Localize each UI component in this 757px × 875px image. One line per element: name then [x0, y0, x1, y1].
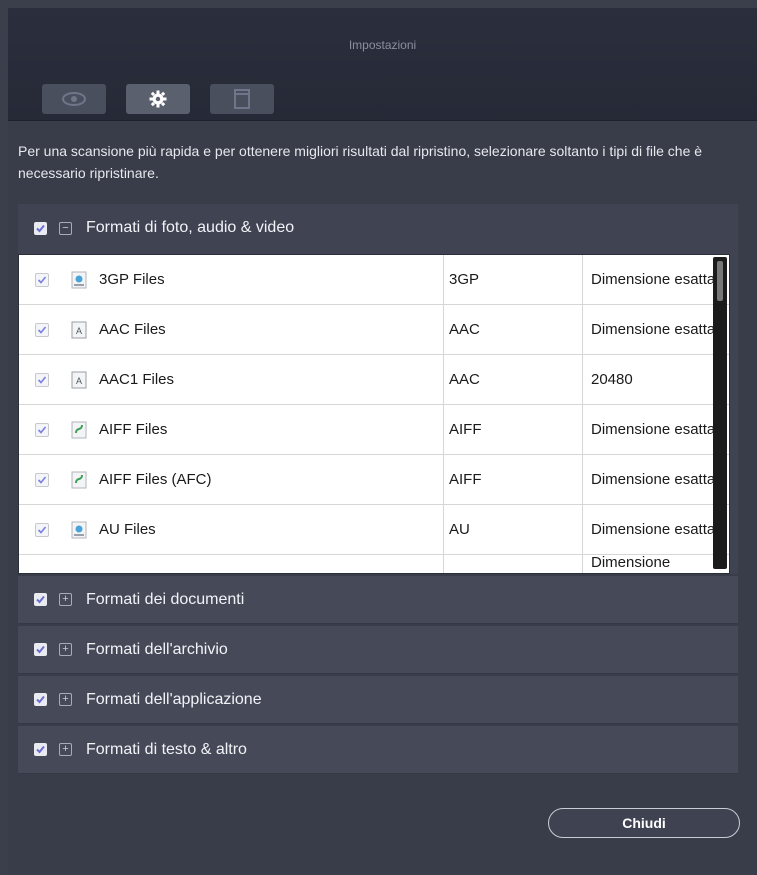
- svg-text:A: A: [76, 376, 82, 386]
- file-name: AIFF Files: [99, 421, 168, 438]
- audio-file-icon: A: [71, 371, 87, 388]
- document-icon: [234, 89, 250, 109]
- file-type: AIFF: [443, 455, 583, 504]
- aiff-file-icon: [71, 421, 87, 438]
- expand-icon[interactable]: +: [59, 593, 72, 606]
- scrollbar-thumb[interactable]: [717, 261, 723, 301]
- titlebar: Impostazioni: [8, 8, 757, 121]
- gear-icon: [149, 90, 167, 108]
- expand-icon[interactable]: +: [59, 693, 72, 706]
- eye-icon: [62, 92, 86, 106]
- group-checkbox[interactable]: [34, 693, 47, 706]
- checkmark-icon: [36, 645, 45, 654]
- checkmark-icon: [36, 695, 45, 704]
- table-scrollbar[interactable]: [713, 257, 727, 569]
- checkmark-icon: [37, 425, 47, 434]
- checkmark-icon: [37, 475, 47, 484]
- file-size: Dimensione esatta: [591, 420, 716, 438]
- file-type: AIFF: [443, 405, 583, 454]
- aiff-file-icon: [71, 471, 87, 488]
- file-size: Dimensione esatta: [591, 470, 716, 488]
- group-label: Formati dell'archivio: [86, 640, 228, 658]
- table-row[interactable]: AIFF Files AIFF Dimensione esatta: [19, 405, 729, 455]
- group-photo-audio-video: − Formati di foto, audio & video 3GP Fil…: [18, 204, 738, 574]
- video-file-icon: [71, 271, 87, 288]
- file-name: AIFF Files (AFC): [99, 471, 212, 488]
- preview-tab-button[interactable]: [42, 84, 106, 114]
- close-button[interactable]: Chiudi: [548, 808, 740, 838]
- group-label: Formati di testo & altro: [86, 740, 247, 758]
- intro-text: Per una scansione più rapida e per otten…: [18, 143, 703, 181]
- file-name: AAC1 Files: [99, 371, 175, 388]
- file-type: [443, 555, 583, 573]
- row-checkbox[interactable]: [35, 472, 49, 487]
- checkmark-icon: [37, 325, 47, 334]
- expand-icon[interactable]: +: [59, 743, 72, 756]
- row-checkbox[interactable]: [35, 322, 49, 337]
- group-label: Formati dei documenti: [86, 590, 245, 608]
- table-row[interactable]: AIFF Files (AFC) AIFF Dimensione esatta: [19, 455, 729, 505]
- svg-text:A: A: [76, 326, 82, 336]
- file-type: AAC: [443, 305, 583, 354]
- expand-icon[interactable]: +: [59, 643, 72, 656]
- group-label: Formati dell'applicazione: [86, 690, 262, 708]
- document-tab-button[interactable]: [210, 84, 274, 114]
- table-row[interactable]: Dimensione: [19, 554, 729, 573]
- row-checkbox[interactable]: [35, 522, 49, 537]
- checkmark-icon: [36, 224, 45, 232]
- window-title: Impostazioni: [348, 38, 417, 52]
- row-checkbox[interactable]: [35, 272, 49, 287]
- file-name: 3GP Files: [99, 271, 165, 288]
- row-checkbox[interactable]: [35, 372, 49, 387]
- toolbar: [42, 84, 274, 118]
- group-checkbox[interactable]: [34, 643, 47, 656]
- au-file-icon: [71, 521, 87, 538]
- group-checkbox[interactable]: [34, 743, 47, 756]
- table-row[interactable]: A AAC1 Files AAC 20480: [19, 355, 729, 405]
- collapse-icon[interactable]: −: [59, 221, 72, 235]
- checkmark-icon: [37, 525, 47, 534]
- file-types-table: 3GP Files 3GP Dimensione esatta A AAC Fi…: [18, 254, 730, 574]
- checkmark-icon: [37, 275, 47, 284]
- group-checkbox[interactable]: [34, 593, 47, 606]
- file-size: Dimensione esatta: [591, 520, 716, 538]
- file-type: AU: [443, 505, 583, 554]
- checkmark-icon: [36, 595, 45, 604]
- file-size: 20480: [591, 370, 633, 388]
- checkmark-icon: [36, 745, 45, 754]
- table-row[interactable]: AU Files AU Dimensione esatta: [19, 505, 729, 555]
- group-label: Formati di foto, audio & video: [86, 219, 295, 236]
- file-size: Dimensione: [591, 554, 671, 571]
- file-name: AAC Files: [99, 321, 166, 338]
- group-checkbox[interactable]: [34, 221, 47, 235]
- settings-tab-button[interactable]: [126, 84, 190, 114]
- file-type: AAC: [443, 355, 583, 404]
- audio-file-icon: A: [71, 321, 87, 338]
- group-archive[interactable]: + Formati dell'archivio: [18, 626, 738, 674]
- group-text-other[interactable]: + Formati di testo & altro: [18, 726, 738, 774]
- table-row[interactable]: 3GP Files 3GP Dimensione esatta: [19, 255, 729, 305]
- group-header[interactable]: − Formati di foto, audio & video: [18, 204, 738, 252]
- checkmark-icon: [37, 375, 47, 384]
- table-row[interactable]: A AAC Files AAC Dimensione esatta: [19, 305, 729, 355]
- file-size: Dimensione esatta: [591, 320, 716, 338]
- file-type: 3GP: [443, 255, 583, 304]
- file-size: Dimensione esatta: [591, 270, 716, 288]
- file-name: AU Files: [99, 521, 156, 538]
- group-application[interactable]: + Formati dell'applicazione: [18, 676, 738, 724]
- row-checkbox[interactable]: [35, 422, 49, 437]
- group-documents[interactable]: + Formati dei documenti: [18, 576, 738, 624]
